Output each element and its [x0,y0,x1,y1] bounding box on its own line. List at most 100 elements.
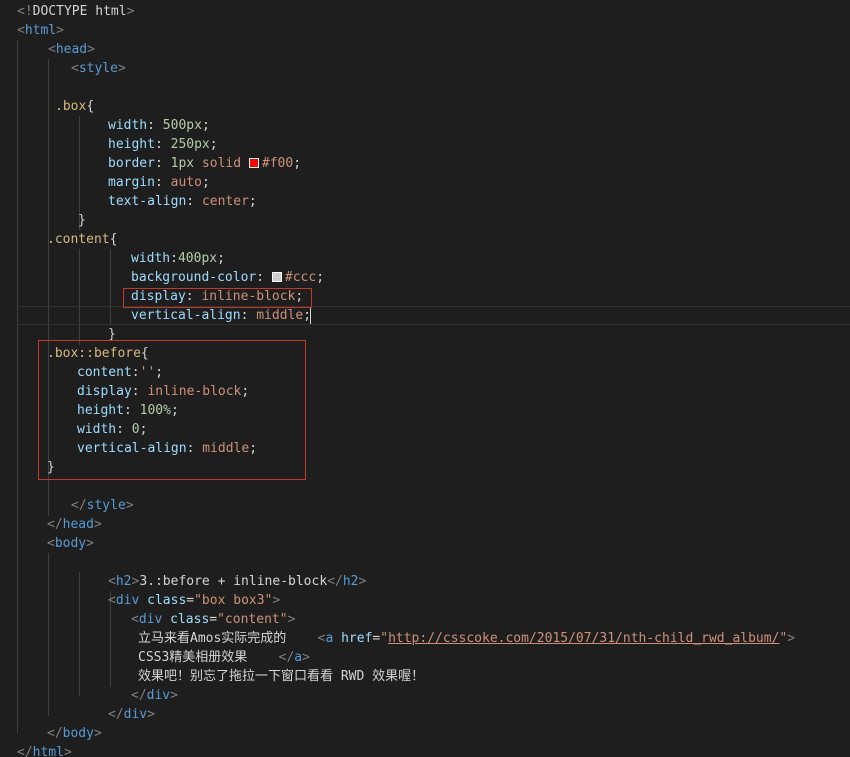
code-line[interactable]: <div class="box box3"> [108,591,280,610]
code-line[interactable]: .box::before{ [47,344,149,363]
code-line[interactable]: height: 250px; [108,135,218,154]
code-token: body [62,726,94,741]
code-token: ; [316,270,325,285]
code-line[interactable]: <html> [17,21,64,40]
code-token: "content" [217,612,288,627]
code-token: } [78,213,86,228]
code-token: : [186,441,203,456]
code-line[interactable]: </div> [108,705,155,724]
code-token: : [154,175,171,190]
code-line[interactable]: 立马来看Amos实际完成的 <a href="http://csscoke.co… [138,629,795,648]
code-token: { [86,99,95,114]
code-token: div [123,707,148,722]
code-token: ; [248,194,257,209]
code-token: > [93,517,102,532]
code-token: </ [108,707,124,722]
code-token: 100% [139,403,171,418]
code-token: : [131,384,148,399]
code-line[interactable]: </body> [47,724,102,743]
code-token: div [138,612,163,627]
code-token: <! [17,4,33,19]
color-swatch-icon[interactable] [248,158,259,168]
code-line[interactable]: display: inline-block; [77,382,249,401]
code-token: = [186,593,195,608]
code-token: height [77,403,124,418]
code-line[interactable]: </html> [17,743,72,757]
code-token: background-color [131,270,257,285]
code-token: head [62,517,94,532]
code-token: : [131,365,140,380]
code-token: text-align [108,194,187,209]
code-line[interactable]: border: 1px solid #f00; [108,154,301,173]
code-line[interactable]: vertical-align: middle; [131,306,311,325]
code-line[interactable]: 效果吧！别忘了拖拉一下窗口看看 RWD 效果喔！ [138,667,424,686]
code-token: </ [71,498,87,513]
code-line[interactable]: height: 100%; [77,401,179,420]
code-token: : [116,422,132,437]
code-token: inline-block [201,289,296,304]
code-line[interactable]: </head> [47,515,102,534]
code-line[interactable]: <body> [47,534,94,553]
code-line[interactable]: margin: auto; [108,173,210,192]
code-token: </ [278,650,295,665]
code-token: ; [139,422,148,437]
code-line[interactable]: <style> [71,59,126,78]
code-token: > [287,612,296,627]
code-token: ; [241,384,250,399]
indent-guide [79,572,80,696]
code-line[interactable]: display: inline-block; [131,287,303,306]
code-token: ; [209,137,218,152]
code-token: ; [155,365,164,380]
code-token: : [147,118,163,133]
code-line[interactable]: } [78,211,86,230]
code-line[interactable]: </div> [131,686,178,705]
code-token: middle [202,441,250,456]
code-token: .box::before [47,346,141,361]
code-line[interactable]: width: 0; [77,420,147,439]
code-token: < [47,536,55,551]
code-token: : [186,194,202,209]
code-token: http://csscoke.com/2015/07/31/nth-child_… [388,631,780,646]
code-editor[interactable]: <!DOCTYPE html> <html> <head> <style> .box{w… [0,0,850,757]
code-line[interactable]: } [108,325,116,344]
code-line[interactable]: } [47,458,55,477]
code-token: a [294,650,303,665]
code-token: 效果吧！别忘了拖拉一下窗口看看 RWD 效果喔！ [138,669,425,684]
code-line[interactable]: <!DOCTYPE html> [17,2,134,21]
code-token: html [32,745,64,757]
color-swatch-icon[interactable] [271,272,282,282]
code-token: border [108,156,155,171]
code-token: < [71,61,79,76]
code-token: > [56,23,64,38]
code-token: .content [47,232,110,247]
code-token: } [108,327,116,342]
code-token: display [77,384,132,399]
code-line[interactable]: .box{ [55,97,94,116]
code-line[interactable]: background-color: #ccc; [131,268,324,287]
code-token: > [117,61,126,76]
code-line[interactable]: </style> [71,496,134,515]
code-line[interactable]: CSS3精美相册效果 </a> [138,648,310,667]
code-token: class [147,593,187,608]
code-token: 250px [170,137,210,152]
code-line[interactable]: .content{ [47,230,117,249]
code-token: > [125,498,134,513]
code-line[interactable]: text-align: center; [108,192,257,211]
code-line[interactable]: <head> [48,40,95,59]
code-token: > [170,688,178,703]
code-line[interactable]: width: 500px; [108,116,210,135]
code-line[interactable]: <h2>3.:before + inline-block</h2> [108,572,366,591]
code-line[interactable]: <div class="content"> [131,610,295,629]
code-token: display [131,289,186,304]
code-line[interactable]: content:''; [77,363,163,382]
code-token: center [201,194,249,209]
code-token: </ [131,688,147,703]
code-token: "box box3" [194,593,273,608]
code-line[interactable]: width:400px; [131,249,225,268]
code-line[interactable]: vertical-align: middle; [77,439,257,458]
indent-guide [48,59,49,516]
code-token: ; [201,118,210,133]
code-token: .box [55,99,87,114]
